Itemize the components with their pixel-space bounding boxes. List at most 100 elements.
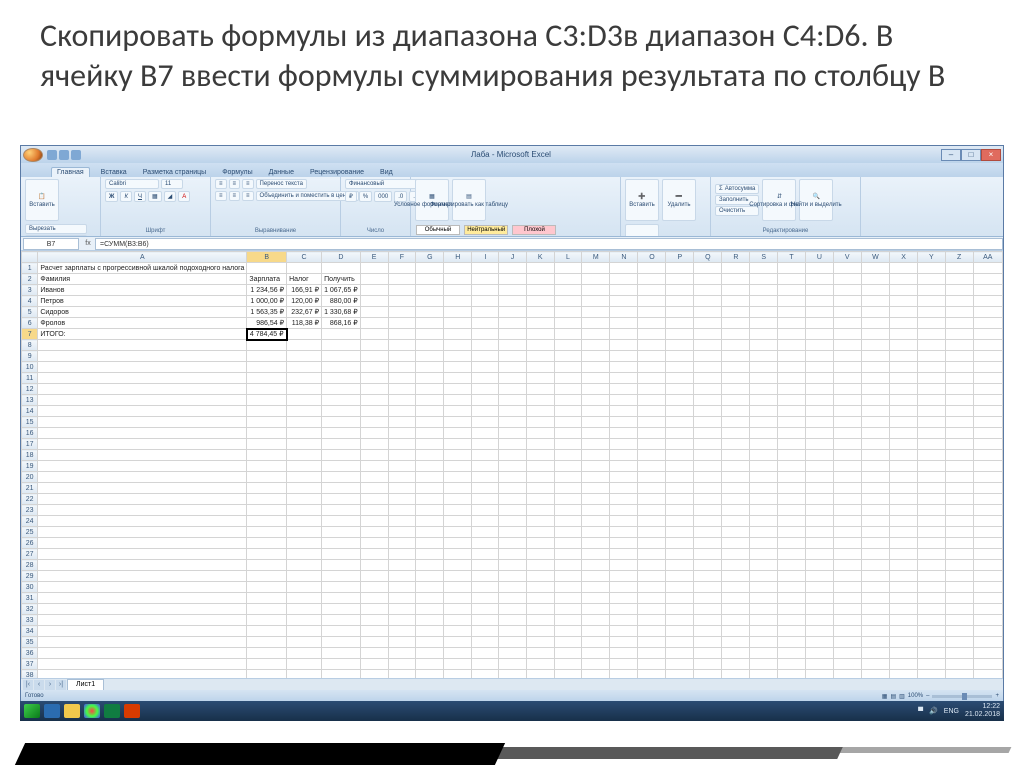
cell-V17[interactable] xyxy=(833,439,861,450)
cell-H11[interactable] xyxy=(444,373,472,384)
col-header-O[interactable]: O xyxy=(638,252,666,263)
cell-Q28[interactable] xyxy=(694,560,722,571)
cell-I28[interactable] xyxy=(472,560,499,571)
col-header-AA[interactable]: AA xyxy=(973,252,1002,263)
cell-A11[interactable] xyxy=(38,373,247,384)
cell-O7[interactable] xyxy=(638,329,666,340)
cell-K17[interactable] xyxy=(526,439,554,450)
cell-U30[interactable] xyxy=(805,582,833,593)
cell-O25[interactable] xyxy=(638,527,666,538)
cell-M25[interactable] xyxy=(582,527,610,538)
cell-N4[interactable] xyxy=(610,296,638,307)
cell-AA17[interactable] xyxy=(973,439,1002,450)
cell-G3[interactable] xyxy=(416,285,444,296)
cell-P27[interactable] xyxy=(666,549,694,560)
cell-Q21[interactable] xyxy=(694,483,722,494)
cell-J21[interactable] xyxy=(499,483,526,494)
row-header-14[interactable]: 14 xyxy=(22,406,38,417)
close-button[interactable]: × xyxy=(981,149,1001,161)
cell-X22[interactable] xyxy=(890,494,918,505)
row-header-15[interactable]: 15 xyxy=(22,417,38,428)
cell-V18[interactable] xyxy=(833,450,861,461)
cell-M11[interactable] xyxy=(582,373,610,384)
cell-I17[interactable] xyxy=(472,439,499,450)
cell-K23[interactable] xyxy=(526,505,554,516)
cell-O13[interactable] xyxy=(638,395,666,406)
cell-Q24[interactable] xyxy=(694,516,722,527)
cell-Z34[interactable] xyxy=(945,626,973,637)
cell-F28[interactable] xyxy=(388,560,416,571)
cell-U25[interactable] xyxy=(805,527,833,538)
tray-lang[interactable]: ENG xyxy=(944,708,959,715)
cell-D24[interactable] xyxy=(322,516,361,527)
cell-C28[interactable] xyxy=(287,560,322,571)
cell-O24[interactable] xyxy=(638,516,666,527)
sheet-tab-1[interactable]: Лист1 xyxy=(67,679,104,690)
cell-P25[interactable] xyxy=(666,527,694,538)
cell-M1[interactable] xyxy=(582,263,610,274)
cell-Y26[interactable] xyxy=(917,538,945,549)
cell-AA10[interactable] xyxy=(973,362,1002,373)
cell-F3[interactable] xyxy=(388,285,416,296)
cell-Z19[interactable] xyxy=(945,461,973,472)
cell-P32[interactable] xyxy=(666,604,694,615)
cell-B11[interactable] xyxy=(247,373,287,384)
cell-Y35[interactable] xyxy=(917,637,945,648)
cell-K11[interactable] xyxy=(526,373,554,384)
cell-O6[interactable] xyxy=(638,318,666,329)
cell-T21[interactable] xyxy=(778,483,806,494)
cell-T12[interactable] xyxy=(778,384,806,395)
sheet-nav-last[interactable]: ›| xyxy=(56,680,66,690)
cell-L13[interactable] xyxy=(554,395,582,406)
cell-B10[interactable] xyxy=(247,362,287,373)
cell-Y21[interactable] xyxy=(917,483,945,494)
cell-A4[interactable]: Петров xyxy=(38,296,247,307)
cell-R7[interactable] xyxy=(722,329,750,340)
row-header-1[interactable]: 1 xyxy=(22,263,38,274)
cell-R22[interactable] xyxy=(722,494,750,505)
cell-C24[interactable] xyxy=(287,516,322,527)
cell-Z17[interactable] xyxy=(945,439,973,450)
cell-E28[interactable] xyxy=(360,560,388,571)
cell-F21[interactable] xyxy=(388,483,416,494)
cell-Z7[interactable] xyxy=(945,329,973,340)
cell-B21[interactable] xyxy=(247,483,287,494)
tab-view[interactable]: Вид xyxy=(375,168,398,177)
cell-O30[interactable] xyxy=(638,582,666,593)
cell-J36[interactable] xyxy=(499,648,526,659)
cell-E11[interactable] xyxy=(360,373,388,384)
cell-V32[interactable] xyxy=(833,604,861,615)
cell-J9[interactable] xyxy=(499,351,526,362)
cell-Z13[interactable] xyxy=(945,395,973,406)
cell-H26[interactable] xyxy=(444,538,472,549)
cell-G2[interactable] xyxy=(416,274,444,285)
cell-Q11[interactable] xyxy=(694,373,722,384)
row-header-8[interactable]: 8 xyxy=(22,340,38,351)
cell-V25[interactable] xyxy=(833,527,861,538)
cell-X28[interactable] xyxy=(890,560,918,571)
cell-Z12[interactable] xyxy=(945,384,973,395)
cell-K33[interactable] xyxy=(526,615,554,626)
cell-Y37[interactable] xyxy=(917,659,945,670)
cell-H6[interactable] xyxy=(444,318,472,329)
cell-E15[interactable] xyxy=(360,417,388,428)
cell-Y12[interactable] xyxy=(917,384,945,395)
cell-P12[interactable] xyxy=(666,384,694,395)
cell-N37[interactable] xyxy=(610,659,638,670)
delete-cells-button[interactable]: ➖Удалить xyxy=(662,179,696,221)
cell-D22[interactable] xyxy=(322,494,361,505)
cell-F9[interactable] xyxy=(388,351,416,362)
cell-Z27[interactable] xyxy=(945,549,973,560)
cell-R13[interactable] xyxy=(722,395,750,406)
cell-I25[interactable] xyxy=(472,527,499,538)
cell-L4[interactable] xyxy=(554,296,582,307)
tab-insert[interactable]: Вставка xyxy=(96,168,132,177)
cell-S14[interactable] xyxy=(750,406,778,417)
zoom-in-button[interactable]: + xyxy=(995,693,999,699)
cell-Z5[interactable] xyxy=(945,307,973,318)
cell-S35[interactable] xyxy=(750,637,778,648)
cell-D6[interactable]: 868,16 ₽ xyxy=(322,318,361,329)
cell-A18[interactable] xyxy=(38,450,247,461)
cell-I19[interactable] xyxy=(472,461,499,472)
cell-D10[interactable] xyxy=(322,362,361,373)
